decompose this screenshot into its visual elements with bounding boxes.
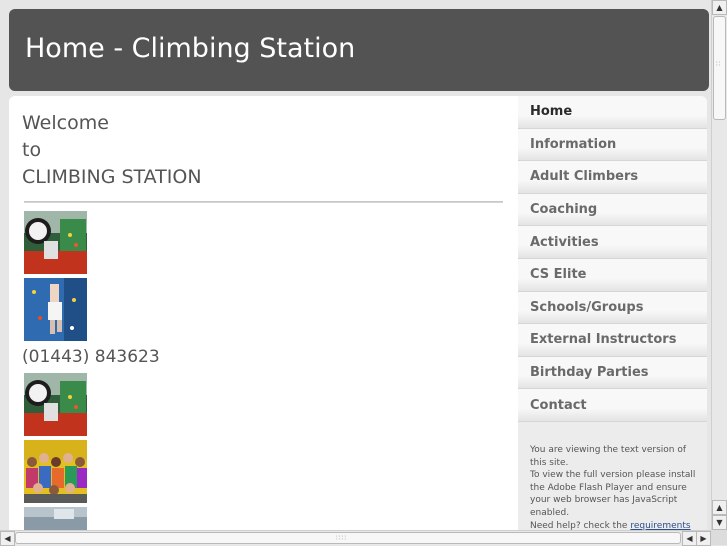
group-photo xyxy=(24,440,87,503)
scroll-right-button[interactable]: ▶ xyxy=(696,531,711,546)
site-header: Home - Climbing Station xyxy=(9,9,709,91)
welcome-line-3: CLIMBING STATION xyxy=(22,166,202,188)
scroll-left-button-2[interactable]: ◀ xyxy=(682,531,697,546)
nav-item-birthday-parties[interactable]: Birthday Parties xyxy=(518,356,707,390)
nav-item-information[interactable]: Information xyxy=(518,128,707,162)
horizontal-scroll-thumb[interactable]: ∷∷ xyxy=(15,532,681,544)
scrollbar-corner xyxy=(711,530,727,545)
climbing-wall-photo-1 xyxy=(24,211,87,274)
page-title: Home - Climbing Station xyxy=(25,33,356,64)
nav-item-external-instructors[interactable]: External Instructors xyxy=(518,324,707,357)
nav-item-adult-climbers[interactable]: Adult Climbers xyxy=(518,161,707,194)
text-version-line-1: You are viewing the text version of this… xyxy=(530,445,687,468)
nav-item-home[interactable]: Home xyxy=(518,96,707,129)
text-version-notice: You are viewing the text version of this… xyxy=(530,444,700,530)
grip-icon: ∷ xyxy=(716,60,722,68)
vertical-scroll-thumb[interactable]: ∷ xyxy=(713,16,726,120)
partial-photo xyxy=(24,507,87,530)
grip-icon: ∷∷ xyxy=(336,534,347,542)
text-version-line-2: To view the full version please install … xyxy=(530,470,696,518)
scroll-down-button-1[interactable]: ▲ xyxy=(712,500,727,515)
scroll-down-button-2[interactable]: ▼ xyxy=(712,515,727,530)
scroll-left-button[interactable]: ◀ xyxy=(0,531,15,546)
nav-item-cs-elite[interactable]: CS Elite xyxy=(518,258,707,292)
main-content: Welcome to CLIMBING STATION (01443) 8436… xyxy=(9,96,518,530)
scroll-up-button[interactable]: ▲ xyxy=(712,0,727,15)
requirements-link[interactable]: requirements xyxy=(630,521,690,530)
phone-number: (01443) 843623 xyxy=(22,347,160,367)
help-text: Need help? check the xyxy=(530,520,631,530)
welcome-line-1: Welcome xyxy=(22,112,109,134)
nav-item-schools-groups[interactable]: Schools/Groups xyxy=(518,291,707,325)
horizontal-scrollbar[interactable]: ◀ ∷∷ ◀ ▶ xyxy=(0,530,711,546)
content-divider xyxy=(24,201,503,203)
climbing-wall-photo-2 xyxy=(24,373,87,436)
vertical-scrollbar[interactable]: ▲ ∷ ▲ ▼ xyxy=(711,0,727,530)
main-nav: Home Information Adult Climbers Coaching… xyxy=(518,96,707,422)
welcome-line-2: to xyxy=(22,139,42,161)
nav-item-coaching[interactable]: Coaching xyxy=(518,193,707,227)
climber-on-wall-photo xyxy=(24,278,87,341)
nav-item-contact[interactable]: Contact xyxy=(518,389,707,422)
nav-item-activities[interactable]: Activities xyxy=(518,226,707,259)
sidebar: Home Information Adult Climbers Coaching… xyxy=(518,96,707,530)
welcome-heading: Welcome to CLIMBING STATION xyxy=(22,110,202,191)
text-version-line-3: Need help? check the requirements xyxy=(530,520,700,530)
